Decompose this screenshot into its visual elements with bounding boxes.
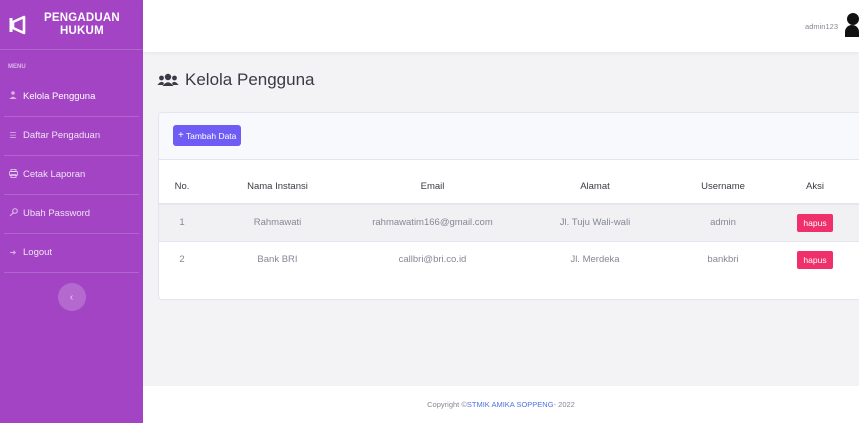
- sidebar-item-daftar-pengaduan[interactable]: ☰ Daftar Pengaduan: [0, 117, 143, 153]
- delete-button[interactable]: hapus: [797, 250, 833, 269]
- sidebar-toggle-button[interactable]: ‹: [57, 283, 86, 311]
- brand-title: PENGADUAN HUKUM: [44, 12, 120, 38]
- chevron-left-icon: ‹: [69, 291, 74, 303]
- column-header-alamat[interactable]: Alamat: [515, 170, 675, 205]
- table-header-row: No. Nama Instansi Email Alamat Username …: [159, 170, 859, 205]
- user-icon: [843, 13, 859, 39]
- sidebar-divider: [4, 272, 139, 273]
- topbar: admin123: [143, 0, 859, 52]
- list-icon: ☰: [9, 130, 17, 140]
- sidebar-item-label: Cetak Laporan: [23, 168, 86, 180]
- cell-nama-instansi: Bank BRI: [205, 240, 350, 278]
- page-title-text: Kelola Pengguna: [185, 70, 315, 89]
- cell-nama-instansi: Rahmawati: [205, 203, 350, 241]
- users-card: + Tambah Data No. Nama Instansi Email Al…: [158, 112, 859, 300]
- brand-line-2: HUKUM: [60, 24, 104, 37]
- cell-alamat: Jl. Merdeka: [515, 240, 675, 278]
- add-data-label: Tambah Data: [185, 130, 237, 141]
- sidebar-item-ubah-password[interactable]: Ubah Password: [0, 195, 143, 231]
- column-header-no[interactable]: No.: [159, 170, 205, 205]
- cell-email: callbri@bri.co.id: [350, 240, 515, 278]
- key-icon: [8, 207, 18, 219]
- user-menu[interactable]: admin123: [805, 13, 859, 39]
- add-data-button[interactable]: + Tambah Data: [173, 125, 242, 146]
- sidebar-item-label: Logout: [23, 246, 53, 258]
- print-icon: [8, 168, 18, 180]
- users-icon: [157, 73, 179, 86]
- cell-aksi: hapus: [771, 240, 859, 278]
- username: admin123: [805, 21, 838, 31]
- column-header-aksi: Aksi: [771, 170, 859, 205]
- sidebar: PENGADUAN HUKUM MENU Kelola Pengguna ☰ D…: [0, 0, 143, 423]
- cell-no: 1: [159, 203, 205, 241]
- column-header-nama-instansi[interactable]: Nama Instansi: [205, 170, 350, 205]
- footer-link[interactable]: STMIK AMIKA SOPPENG: [467, 400, 554, 409]
- cell-alamat: Jl. Tuju Wali-wali: [515, 203, 675, 241]
- sidebar-item-label: Daftar Pengaduan: [23, 129, 101, 141]
- column-header-username[interactable]: Username: [675, 170, 771, 205]
- table-row: 1 Rahmawati rahmawatim166@gmail.com Jl. …: [159, 203, 859, 241]
- logout-icon: ➜: [9, 247, 17, 257]
- sidebar-item-kelola-pengguna[interactable]: Kelola Pengguna: [0, 78, 143, 114]
- page-title: Kelola Pengguna: [157, 70, 315, 90]
- megaphone-icon: [8, 14, 28, 36]
- footer-suffix: - 2022: [553, 400, 575, 409]
- table-row: 2 Bank BRI callbri@bri.co.id Jl. Merdeka…: [159, 240, 859, 278]
- footer-prefix: Copyright ©: [427, 400, 467, 409]
- sidebar-item-label: Ubah Password: [23, 207, 91, 219]
- cell-aksi: hapus: [771, 203, 859, 241]
- cell-username: bankbri: [675, 240, 771, 278]
- delete-button[interactable]: hapus: [797, 213, 833, 232]
- footer: Copyright © STMIK AMIKA SOPPENG - 2022: [143, 386, 859, 423]
- sidebar-heading: MENU: [8, 64, 26, 70]
- sidebar-item-logout[interactable]: ➜ Logout: [0, 234, 143, 270]
- column-header-email[interactable]: Email: [350, 170, 515, 205]
- brand[interactable]: PENGADUAN HUKUM: [0, 0, 143, 50]
- cell-username: admin: [675, 203, 771, 241]
- plus-icon: +: [178, 130, 184, 141]
- sidebar-item-label: Kelola Pengguna: [23, 90, 96, 102]
- card-header: + Tambah Data: [159, 113, 859, 160]
- users-table: No. Nama Instansi Email Alamat Username …: [159, 170, 859, 278]
- brand-line-1: PENGADUAN: [44, 11, 120, 24]
- sidebar-item-cetak-laporan[interactable]: Cetak Laporan: [0, 156, 143, 192]
- cell-email: rahmawatim166@gmail.com: [350, 203, 515, 241]
- users-icon: [8, 91, 18, 101]
- cell-no: 2: [159, 240, 205, 278]
